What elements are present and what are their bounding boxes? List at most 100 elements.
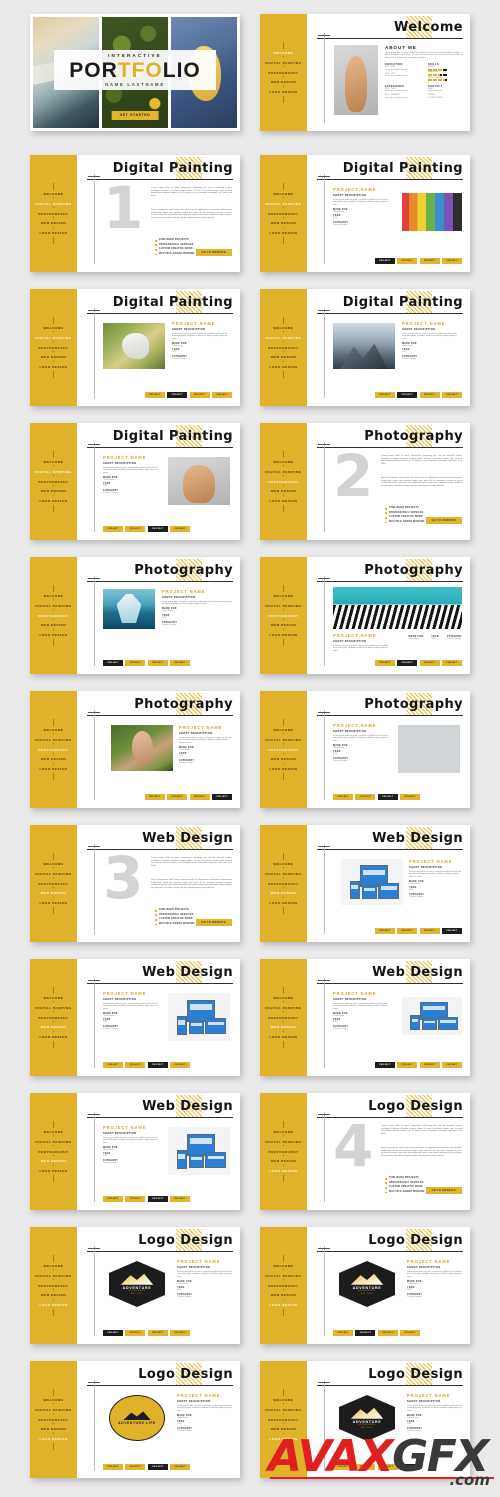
project-chip[interactable]: PROJECT <box>212 392 232 398</box>
project-chip[interactable]: PROJECT <box>442 660 462 666</box>
project-chip[interactable]: PROJECT <box>147 1330 168 1336</box>
project-chip[interactable]: PROJECT <box>333 794 353 800</box>
slide-wd-3[interactable]: WELCOME + DIGITAL PAINTING + PHOTOGRAPHY + WEB… <box>260 959 470 1076</box>
slide-dp-4[interactable]: WELCOME + DIGITAL PAINTING + PHOTOGRAPHY + WEB… <box>30 423 240 540</box>
slide-cover[interactable]: INTERACTIVE PORTFOLIO NAME LASTNAME GET … <box>30 14 240 131</box>
slide-welcome[interactable]: WELCOME + DIGITAL PAINTING + PHOTOGRAPHY + WEB… <box>260 14 470 131</box>
sidebar-item-logo-design[interactable]: LOGO DESIGN <box>40 1302 68 1309</box>
sidebar-item-logo-design[interactable]: LOGO DESIGN <box>40 230 68 237</box>
project-chip[interactable]: PROJECT <box>442 392 462 398</box>
slide-ph-4[interactable]: WELCOME + DIGITAL PAINTING + PHOTOGRAPHY + WEB… <box>260 691 470 808</box>
slide-lg-2[interactable]: WELCOME + DIGITAL PAINTING + PHOTOGRAPHY + WEB… <box>260 1227 470 1344</box>
project-chip[interactable]: PROJECT <box>103 1330 123 1336</box>
project-chip[interactable]: PROJECT <box>125 1196 146 1202</box>
project-chip[interactable]: PROJECT <box>419 928 440 934</box>
sidebar-item-logo-design[interactable]: LOGO DESIGN <box>270 766 298 773</box>
project-chip[interactable]: PROJECT <box>144 794 165 800</box>
project-chip[interactable]: PROJECT <box>167 794 188 800</box>
project-chip[interactable]: PROJECT <box>147 1196 168 1202</box>
sidebar-item-logo-design[interactable]: LOGO DESIGN <box>270 632 298 639</box>
slide-dp-2[interactable]: WELCOME + DIGITAL PAINTING + PHOTOGRAPHY + WEB… <box>30 289 240 406</box>
project-chip[interactable]: PROJECT <box>374 928 395 934</box>
project-chip[interactable]: PROJECT <box>170 1464 191 1470</box>
project-chip[interactable]: PROJECT <box>397 660 418 666</box>
sidebar-item-logo-design[interactable]: LOGO DESIGN <box>270 1168 298 1175</box>
project-chip[interactable]: PROJECT <box>147 660 168 666</box>
slide-wd-2[interactable]: WELCOME + DIGITAL PAINTING + PHOTOGRAPHY + WEB… <box>30 959 240 1076</box>
slide-ph-intro[interactable]: WELCOME + DIGITAL PAINTING + PHOTOGRAPHY + WEB… <box>260 423 470 540</box>
project-chip[interactable]: PROJECT <box>374 258 395 264</box>
project-chip[interactable]: PROJECT <box>147 1062 168 1068</box>
project-chip[interactable]: PROJECT <box>397 1062 418 1068</box>
project-chip[interactable]: PROJECT <box>170 1196 191 1202</box>
project-chip[interactable]: PROJECT <box>147 1464 168 1470</box>
sidebar-item-logo-design[interactable]: LOGO DESIGN <box>270 89 298 96</box>
sidebar-item-logo-design[interactable]: LOGO DESIGN <box>40 1168 68 1175</box>
project-chip[interactable]: PROJECT <box>167 392 188 398</box>
project-chip[interactable]: PROJECT <box>125 660 146 666</box>
project-chip[interactable]: PROJECT <box>419 392 440 398</box>
project-chip[interactable]: PROJECT <box>377 794 398 800</box>
project-chip[interactable]: PROJECT <box>374 1062 395 1068</box>
go-to-website-button[interactable]: GO TO WEBSITE <box>195 918 232 926</box>
slide-lg-intro[interactable]: WELCOME + DIGITAL PAINTING + PHOTOGRAPHY + WEB… <box>260 1093 470 1210</box>
slide-ph-1[interactable]: WELCOME + DIGITAL PAINTING + PHOTOGRAPHY + WEB… <box>30 557 240 674</box>
project-chip[interactable]: PROJECT <box>442 1062 462 1068</box>
project-chip[interactable]: PROJECT <box>125 1330 146 1336</box>
project-chip[interactable]: PROJECT <box>170 526 191 532</box>
slide-lg-1[interactable]: WELCOME + DIGITAL PAINTING + PHOTOGRAPHY + WEB… <box>30 1227 240 1344</box>
project-chip[interactable]: PROJECT <box>419 258 440 264</box>
project-chip[interactable]: PROJECT <box>333 1330 353 1336</box>
project-chip[interactable]: PROJECT <box>170 1062 191 1068</box>
project-chip[interactable]: PROJECT <box>103 660 123 666</box>
sidebar-item-logo-design[interactable]: LOGO DESIGN <box>270 230 298 237</box>
slide-wd-1[interactable]: WELCOME + DIGITAL PAINTING + PHOTOGRAPHY + WEB… <box>260 825 470 942</box>
sidebar-item-logo-design[interactable]: LOGO DESIGN <box>270 1302 298 1309</box>
sidebar-item-logo-design[interactable]: LOGO DESIGN <box>270 364 298 371</box>
get-started-button[interactable]: GET STARTED <box>111 110 159 120</box>
slide-ph-2[interactable]: WELCOME + DIGITAL PAINTING + PHOTOGRAPHY + WEB… <box>260 557 470 674</box>
project-chip[interactable]: PROJECT <box>355 794 376 800</box>
sidebar-item-logo-design[interactable]: LOGO DESIGN <box>40 498 68 505</box>
project-chip[interactable]: PROJECT <box>170 1330 191 1336</box>
project-chip[interactable]: PROJECT <box>212 794 232 800</box>
slide-dp-3[interactable]: WELCOME + DIGITAL PAINTING + PHOTOGRAPHY + WEB… <box>260 289 470 406</box>
project-chip[interactable]: PROJECT <box>442 928 462 934</box>
slide-dp-1[interactable]: WELCOME + DIGITAL PAINTING + PHOTOGRAPHY + WEB… <box>260 155 470 272</box>
slide-ph-3[interactable]: WELCOME + DIGITAL PAINTING + PHOTOGRAPHY + WEB… <box>30 691 240 808</box>
slide-lg-3[interactable]: WELCOME + DIGITAL PAINTING + PHOTOGRAPHY + WEB… <box>30 1361 240 1478</box>
sidebar-item-logo-design[interactable]: LOGO DESIGN <box>40 1436 68 1443</box>
project-chip[interactable]: PROJECT <box>377 1330 398 1336</box>
project-chip[interactable]: PROJECT <box>419 1062 440 1068</box>
sidebar-item-logo-design[interactable]: LOGO DESIGN <box>270 498 298 505</box>
project-chip[interactable]: PROJECT <box>144 392 165 398</box>
sidebar-item-logo-design[interactable]: LOGO DESIGN <box>40 1034 68 1041</box>
go-to-website-button[interactable]: GO TO WEBSITE <box>425 1186 462 1194</box>
project-chip[interactable]: PROJECT <box>103 1196 123 1202</box>
project-chip[interactable]: PROJECT <box>170 660 191 666</box>
project-chip[interactable]: PROJECT <box>397 258 418 264</box>
project-chip[interactable]: PROJECT <box>103 1062 123 1068</box>
project-chip[interactable]: PROJECT <box>125 526 146 532</box>
project-chip[interactable]: PROJECT <box>442 258 462 264</box>
sidebar-item-logo-design[interactable]: LOGO DESIGN <box>40 900 68 907</box>
project-chip[interactable]: PROJECT <box>397 928 418 934</box>
go-to-website-button[interactable]: GO TO WEBSITE <box>195 248 232 256</box>
project-chip[interactable]: PROJECT <box>125 1062 146 1068</box>
project-chip[interactable]: PROJECT <box>125 1464 146 1470</box>
sidebar-item-logo-design[interactable]: LOGO DESIGN <box>270 1034 298 1041</box>
go-to-website-button[interactable]: GO TO WEBSITE <box>425 516 462 524</box>
project-chip[interactable]: PROJECT <box>374 660 395 666</box>
sidebar-item-logo-design[interactable]: LOGO DESIGN <box>40 632 68 639</box>
project-chip[interactable]: PROJECT <box>397 392 418 398</box>
project-chip[interactable]: PROJECT <box>147 526 168 532</box>
slide-wd-4[interactable]: WELCOME + DIGITAL PAINTING + PHOTOGRAPHY + WEB… <box>30 1093 240 1210</box>
project-chip[interactable]: PROJECT <box>103 1464 123 1470</box>
project-chip[interactable]: PROJECT <box>189 794 210 800</box>
project-chip[interactable]: PROJECT <box>419 660 440 666</box>
project-chip[interactable]: PROJECT <box>355 1330 376 1336</box>
project-chip[interactable]: PROJECT <box>103 526 123 532</box>
sidebar-item-logo-design[interactable]: LOGO DESIGN <box>270 900 298 907</box>
slide-dp-intro[interactable]: WELCOME + DIGITAL PAINTING + PHOTOGRAPHY + WEB… <box>30 155 240 272</box>
project-chip[interactable]: PROJECT <box>374 392 395 398</box>
